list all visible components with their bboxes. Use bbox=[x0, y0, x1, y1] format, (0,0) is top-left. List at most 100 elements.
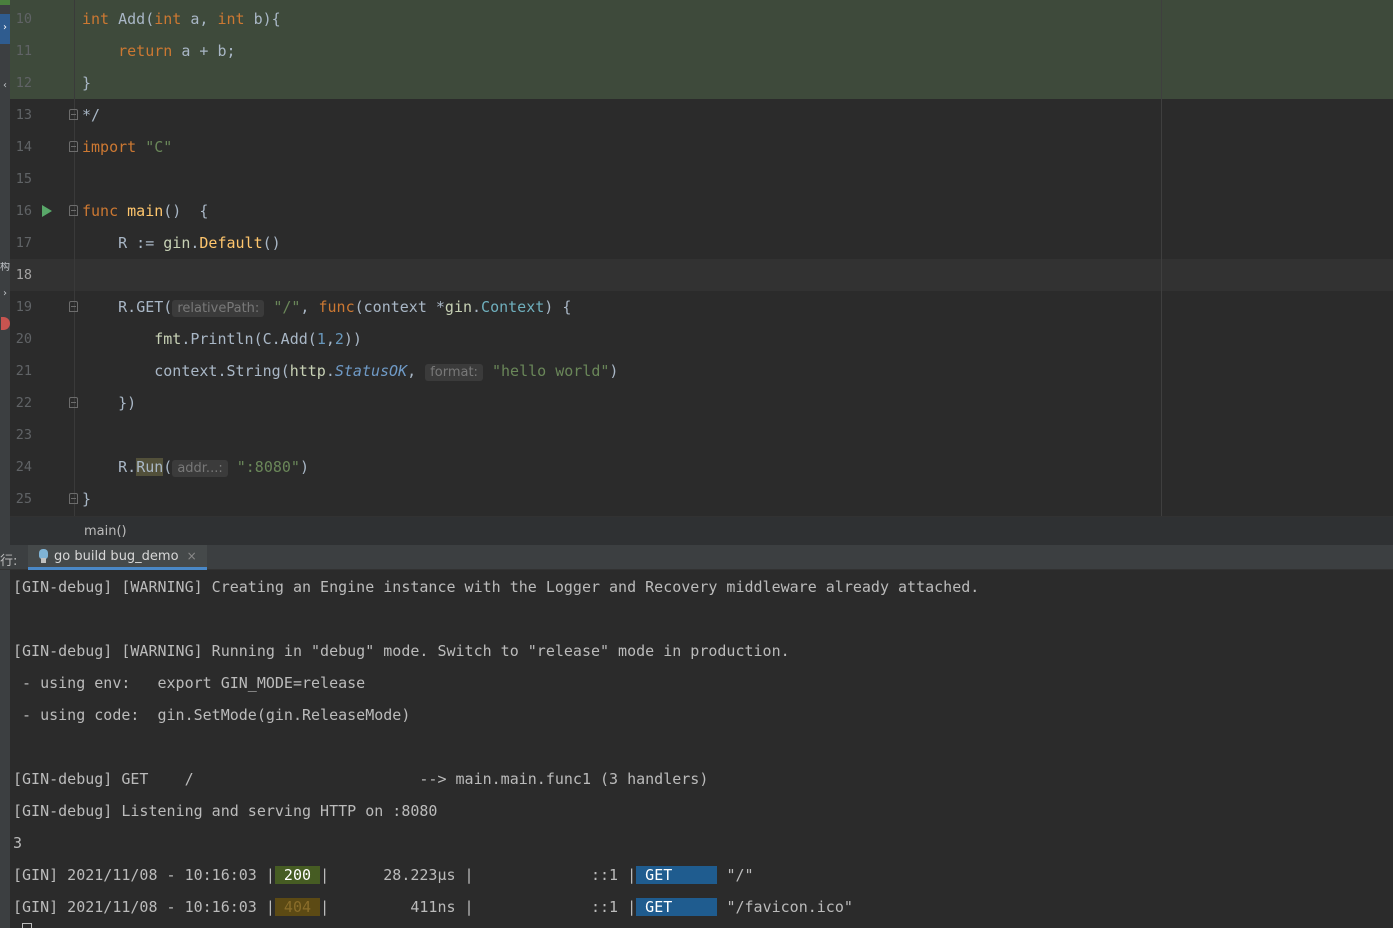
code-line[interactable]: 20 fmt.Println(C.Add(1,2)) bbox=[10, 323, 1393, 355]
code-token: () bbox=[262, 234, 281, 252]
code-token: gin bbox=[163, 234, 191, 252]
code-text[interactable]: } bbox=[82, 489, 91, 509]
code-token: Println(C.Add( bbox=[190, 330, 317, 348]
code-line[interactable]: 22 }) bbox=[10, 387, 1393, 419]
code-token: 2 bbox=[334, 330, 344, 348]
line-number: 16 bbox=[15, 203, 32, 219]
code-token: R. bbox=[82, 458, 137, 476]
code-token: R. bbox=[82, 298, 137, 316]
fold-marker-icon[interactable] bbox=[69, 493, 78, 504]
method-badge: GET bbox=[636, 898, 718, 916]
fold-marker-icon[interactable] bbox=[69, 397, 78, 408]
code-line[interactable]: 25} bbox=[10, 483, 1393, 515]
code-token: ) bbox=[609, 362, 619, 380]
fold-marker-icon[interactable] bbox=[69, 301, 78, 312]
code-line[interactable]: 14 import "C" bbox=[10, 131, 1393, 163]
chevron-right-icon[interactable]: › bbox=[0, 22, 10, 34]
console-text: - using code: gin.SetMode(gin.ReleaseMod… bbox=[13, 706, 411, 724]
code-line[interactable]: 11 return a + b; bbox=[10, 35, 1393, 67]
code-line[interactable]: 19 R.GET(relativePath: "/", func(context… bbox=[10, 291, 1393, 323]
code-text[interactable]: R := gin.Default() bbox=[82, 233, 281, 253]
code-token: } bbox=[82, 490, 92, 508]
fold-marker-icon[interactable] bbox=[69, 109, 78, 120]
fold-marker-icon[interactable] bbox=[69, 141, 78, 152]
console-text: [GIN-debug] [WARNING] Running in "debug"… bbox=[13, 642, 790, 660]
error-indicator-icon[interactable] bbox=[1, 317, 10, 330]
run-tool-window-header: 行: go build bug_demo × bbox=[0, 545, 1393, 570]
code-text[interactable]: func main() { bbox=[82, 201, 208, 221]
chevron-down-icon[interactable]: ‹ bbox=[0, 80, 10, 92]
code-token: )) bbox=[343, 330, 362, 348]
parameter-hint: relativePath: bbox=[172, 300, 265, 317]
console-text: | 28.223µs | ::1 | bbox=[320, 866, 637, 884]
code-token: , bbox=[325, 330, 335, 348]
parameter-hint: format: bbox=[425, 364, 483, 381]
code-token: . bbox=[472, 298, 482, 316]
code-line[interactable]: 15 bbox=[10, 163, 1393, 195]
code-line[interactable]: 16 func main() { bbox=[10, 195, 1393, 227]
code-text[interactable]: import "C" bbox=[82, 137, 172, 157]
code-text[interactable]: } bbox=[82, 73, 91, 93]
code-text[interactable]: */ bbox=[82, 105, 100, 125]
structure-tab-label[interactable]: 构 bbox=[0, 262, 10, 274]
console-text: "/favicon.ico" bbox=[717, 898, 853, 916]
code-line[interactable]: 12} bbox=[10, 67, 1393, 99]
line-number: 12 bbox=[15, 75, 32, 91]
close-icon[interactable]: × bbox=[187, 549, 197, 563]
left-tool-strip: › ‹ 构 › bbox=[0, 0, 10, 928]
console-text: [GIN] 2021/11/08 - 10:16:03 | bbox=[13, 866, 275, 884]
code-token: */ bbox=[82, 106, 101, 124]
code-text[interactable]: R.Run(addr...: ":8080") bbox=[82, 457, 309, 479]
code-text[interactable]: fmt.Println(C.Add(1,2)) bbox=[82, 329, 362, 349]
run-tab-label: go build bug_demo bbox=[54, 548, 179, 564]
run-gutter-icon[interactable] bbox=[42, 205, 52, 217]
code-token: int bbox=[82, 10, 110, 28]
chevron-icon[interactable]: › bbox=[0, 288, 10, 300]
code-line[interactable]: 17 R := gin.Default() bbox=[10, 227, 1393, 259]
code-text[interactable]: return a + b; bbox=[82, 41, 236, 61]
code-token: StatusOK bbox=[334, 362, 408, 380]
breadcrumb-item-main[interactable]: main() bbox=[84, 524, 127, 539]
code-line[interactable]: 13 */ bbox=[10, 99, 1393, 131]
line-number: 17 bbox=[15, 235, 32, 251]
code-line[interactable]: 24 R.Run(addr...: ":8080") bbox=[10, 451, 1393, 483]
line-number: 20 bbox=[15, 331, 32, 347]
code-line[interactable]: 10 int Add(int a, int b){ bbox=[10, 3, 1393, 35]
code-token: } bbox=[82, 74, 92, 92]
code-token: ) bbox=[299, 458, 309, 476]
code-token: http bbox=[289, 362, 326, 380]
code-token: "/" bbox=[273, 298, 301, 316]
code-line[interactable]: 18 bbox=[10, 259, 1393, 291]
code-line[interactable]: 23 bbox=[10, 419, 1393, 451]
code-text[interactable]: int Add(int a, int b){ bbox=[82, 9, 281, 29]
console-text: [GIN-debug] GET / --> main.main.func1 (3… bbox=[13, 770, 709, 788]
console-cursor bbox=[22, 923, 32, 928]
code-text[interactable]: }) bbox=[82, 393, 136, 413]
console-text: [GIN] 2021/11/08 - 10:16:03 | bbox=[13, 898, 275, 916]
code-text[interactable]: context.String(http.StatusOK, format: "h… bbox=[82, 361, 618, 383]
console-line: [GIN-debug] Listening and serving HTTP o… bbox=[13, 795, 437, 827]
code-token: a + b; bbox=[172, 42, 236, 60]
code-token: Add( bbox=[109, 10, 155, 28]
console-output[interactable]: [GIN-debug] [WARNING] Creating an Engine… bbox=[10, 571, 1393, 928]
line-number: 14 bbox=[15, 139, 32, 155]
code-line[interactable]: 21 context.String(http.StatusOK, format:… bbox=[10, 355, 1393, 387]
line-number: 19 bbox=[15, 299, 32, 315]
code-token: "hello world" bbox=[491, 362, 610, 380]
code-token: 1 bbox=[316, 330, 326, 348]
console-text: - using env: export GIN_MODE=release bbox=[13, 674, 366, 692]
run-tab-go-build[interactable]: go build bug_demo × bbox=[28, 545, 207, 570]
parameter-hint: addr...: bbox=[172, 460, 228, 477]
code-editor[interactable]: 10 int Add(int a, int b){11 return a + b;… bbox=[10, 0, 1393, 516]
fold-marker-icon[interactable] bbox=[69, 205, 78, 216]
line-number: 23 bbox=[15, 427, 32, 443]
console-line: - using env: export GIN_MODE=release bbox=[13, 667, 365, 699]
code-token: int bbox=[217, 10, 245, 28]
code-text[interactable]: R.GET(relativePath: "/", func(context *g… bbox=[82, 297, 571, 319]
